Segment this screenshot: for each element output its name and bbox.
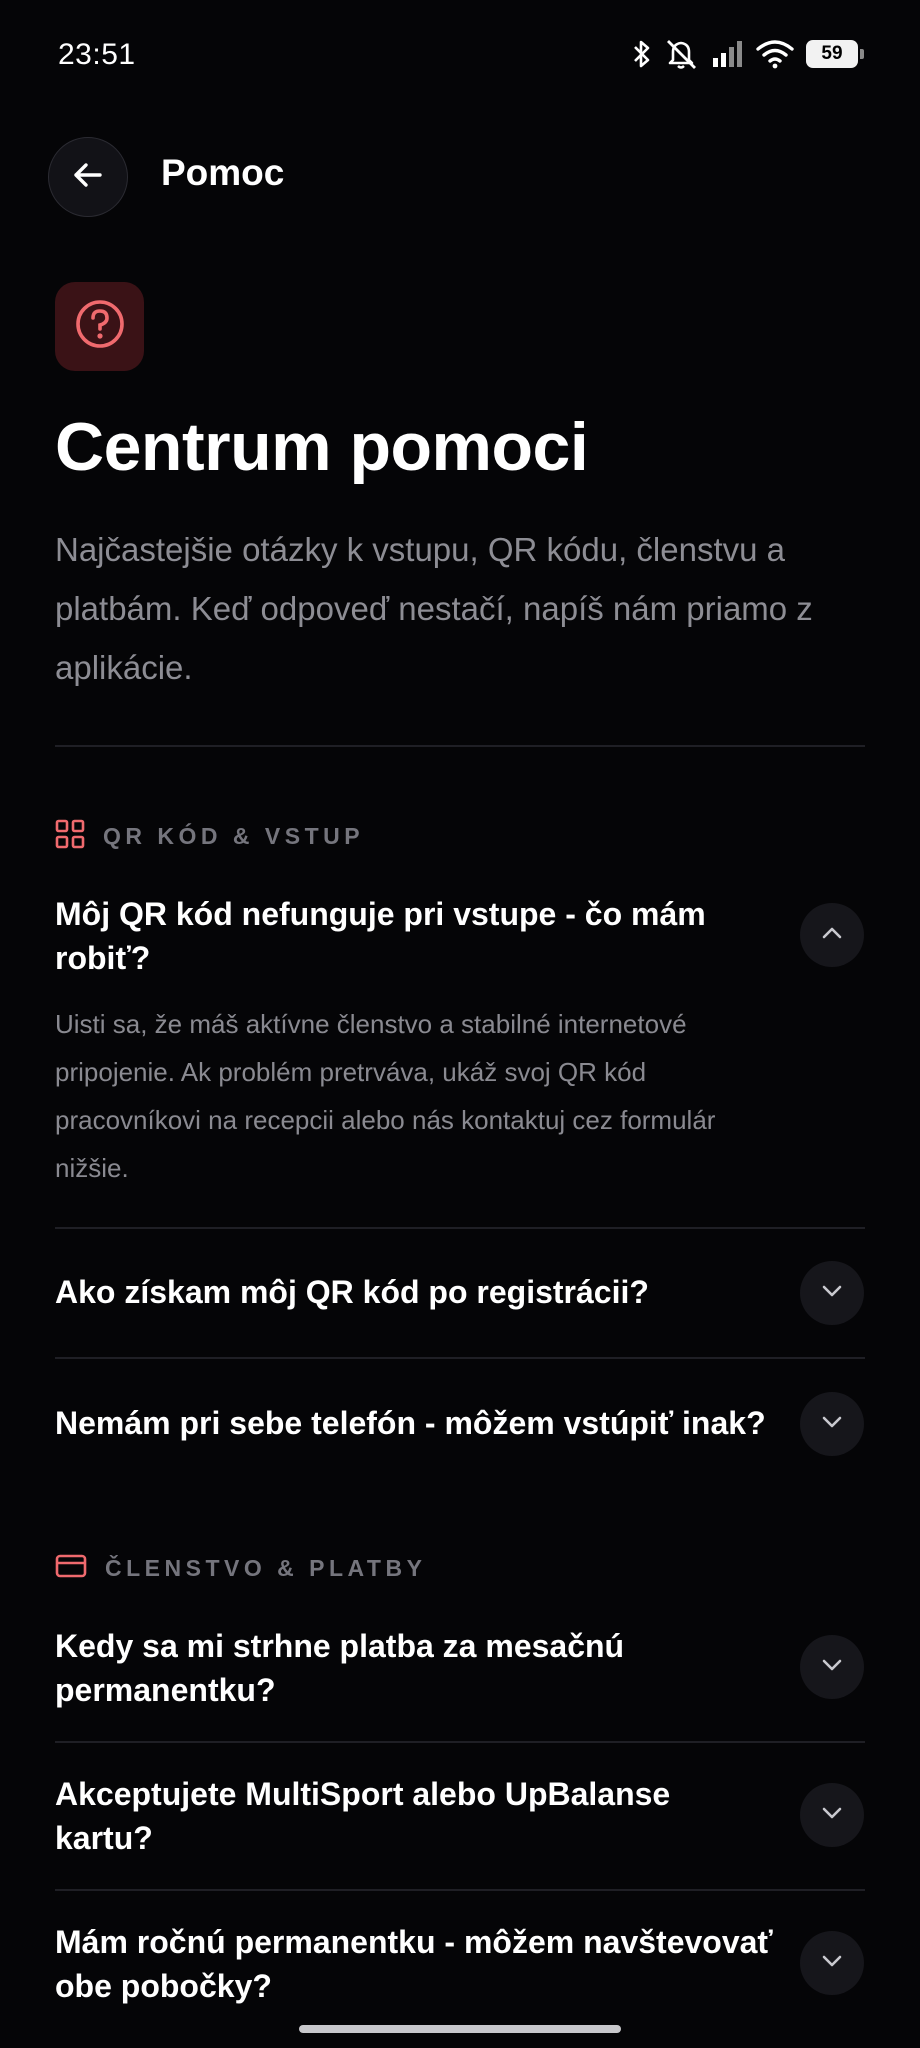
status-time: 23:51 <box>58 38 136 71</box>
faq-expand-button[interactable] <box>800 1635 864 1699</box>
faq-expand-button[interactable] <box>800 1392 864 1456</box>
battery-icon: 59 <box>806 40 864 68</box>
divider <box>55 1889 865 1891</box>
faq-question[interactable]: Mám ročnú permanentku - môžem navštevova… <box>55 1920 775 2008</box>
section-header-qr: QR KÓD & VSTUP <box>55 819 364 853</box>
back-button[interactable] <box>48 137 128 217</box>
credit-card-icon <box>55 1553 87 1584</box>
status-icons: 59 <box>632 36 864 72</box>
hero-subtitle: Najčastejšie otázky k vstupu, QR kódu, č… <box>55 531 813 686</box>
faq-question[interactable]: Kedy sa mi strhne platba za mesačnú perm… <box>55 1624 775 1712</box>
question-circle-icon <box>74 298 126 355</box>
mute-icon <box>664 38 700 70</box>
divider <box>55 745 865 747</box>
battery-level: 59 <box>821 43 843 64</box>
chevron-down-icon <box>818 1408 846 1441</box>
faq-collapse-button[interactable] <box>800 903 864 967</box>
signal-icon <box>712 40 744 68</box>
page-title: Pomoc <box>161 152 285 193</box>
faq-question[interactable]: Ako získam môj QR kód po registrácii? <box>55 1270 775 1314</box>
faq-expand-button[interactable] <box>800 1783 864 1847</box>
faq-answer: Uisti sa, že máš aktívne členstvo a stab… <box>55 1009 716 1183</box>
help-icon-badge <box>55 282 144 371</box>
faq-question[interactable]: Akceptujete MultiSport alebo UpBalanse k… <box>55 1772 775 1860</box>
arrow-left-icon <box>70 157 106 198</box>
home-indicator[interactable] <box>299 2025 621 2033</box>
faq-expand-button[interactable] <box>800 1931 864 1995</box>
faq-expand-button[interactable] <box>800 1261 864 1325</box>
chevron-down-icon <box>818 1799 846 1832</box>
bluetooth-icon <box>632 38 652 70</box>
section-label: ČLENSTVO & PLATBY <box>105 1554 427 1581</box>
section-label: QR KÓD & VSTUP <box>103 822 365 849</box>
chevron-down-icon <box>818 1947 846 1980</box>
chevron-down-icon <box>818 1651 846 1684</box>
divider <box>55 1357 865 1359</box>
divider <box>55 1741 865 1743</box>
chevron-down-icon <box>818 1277 846 1310</box>
chevron-up-icon <box>818 919 846 952</box>
faq-question[interactable]: Môj QR kód nefunguje pri vstupe - čo mám… <box>55 892 775 980</box>
wifi-icon <box>756 39 794 69</box>
section-header-membership: ČLENSTVO & PLATBY <box>55 1551 426 1585</box>
grid-icon <box>55 819 85 854</box>
divider <box>55 1227 865 1229</box>
faq-question[interactable]: Nemám pri sebe telefón - môžem vstúpiť i… <box>55 1401 815 1445</box>
status-bar: 23:51 59 <box>0 0 920 110</box>
hero-title: Centrum pomoci <box>55 409 589 485</box>
